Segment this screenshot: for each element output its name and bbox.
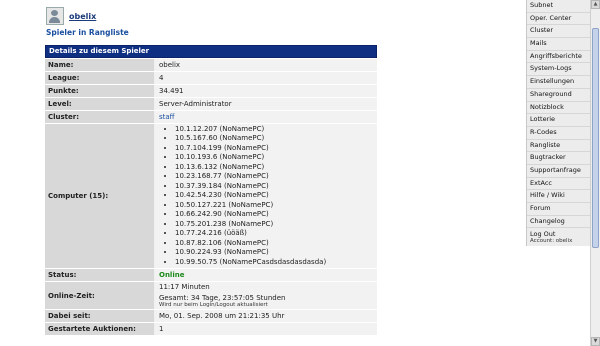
status-value: Online xyxy=(155,269,377,281)
row-status: Status: Online xyxy=(45,268,377,281)
nav-item-hilfe-wiki[interactable]: Hilfe / Wiki xyxy=(527,190,590,203)
league-value: 4 xyxy=(155,72,377,84)
auctions-value: 1 xyxy=(155,323,377,335)
row-points: Punkte: 34.491 xyxy=(45,84,377,97)
nav-item-system-logs[interactable]: System-Logs xyxy=(527,63,590,77)
row-since: Dabei seit: Mo, 01. Sep. 2008 um 21:21:3… xyxy=(45,309,377,322)
nav-item-mails[interactable]: Mails xyxy=(527,38,590,51)
computer-item: 10.7.104.199 (NoNamePC) xyxy=(175,144,377,154)
player-header: obelix xyxy=(46,7,96,25)
nav-item-forum[interactable]: Forum xyxy=(527,203,590,216)
computer-item: 10.13.6.132 (NoNamePC) xyxy=(175,163,377,173)
nav-item-shareground[interactable]: Shareground xyxy=(527,89,590,102)
username-link[interactable]: obelix xyxy=(69,12,96,21)
nav-item-notizblock[interactable]: Notizblock xyxy=(527,102,590,115)
page-scrollbar[interactable]: ▲ ▼ xyxy=(590,0,600,346)
points-value: 34.491 xyxy=(155,85,377,97)
online-time-label: Online-Zeit: xyxy=(45,282,154,309)
online-total-value: Gesamt: 34 Tage, 23:57:05 Stunden xyxy=(159,294,286,302)
status-label: Status: xyxy=(45,269,154,281)
details-title: Details zu diesem Spieler xyxy=(45,45,377,58)
since-value: Mo, 01. Sep. 2008 um 21:21:35 Uhr xyxy=(155,310,377,322)
logout-link[interactable]: Log Out xyxy=(530,230,555,238)
league-label: League: xyxy=(45,72,154,84)
computer-item: 10.99.50.75 (NoNamePCasdsdasdasdasda) xyxy=(175,258,377,268)
nav-item-changelog[interactable]: Changelog xyxy=(527,216,590,229)
nav-item-list: Subnet Oper. Center Cluster Mails Angriffsbe… xyxy=(527,0,590,229)
computer-item: 10.42.54.230 (NoNamePC) xyxy=(175,191,377,201)
right-navigation-menu: Subnet Oper. Center Cluster Mails Angriffsbe… xyxy=(526,0,591,247)
nav-item-einstellungen[interactable]: Einstellungen xyxy=(527,76,590,89)
cluster-label: Cluster: xyxy=(45,111,154,123)
nav-item-subnet[interactable]: Subnet xyxy=(527,0,590,13)
computer-item: 10.77.24.216 (üöäß) xyxy=(175,229,377,239)
cluster-link[interactable]: staff xyxy=(159,113,377,121)
computer-item: 10.66.242.90 (NoNamePC) xyxy=(175,210,377,220)
nav-item-extacc[interactable]: ExtAcc xyxy=(527,178,590,191)
computer-item: 10.37.39.184 (NoNamePC) xyxy=(175,182,377,192)
row-name: Name: obelix xyxy=(45,58,377,71)
since-label: Dabei seit: xyxy=(45,310,154,322)
nav-item-lotterie[interactable]: Lotterie xyxy=(527,114,590,127)
computer-list: 10.1.12.207 (NoNamePC)10.5.167.60 (NoNam… xyxy=(159,125,377,268)
scrollbar-thumb[interactable] xyxy=(592,28,599,248)
row-level: Level: Server-Administrator xyxy=(45,97,377,110)
computer-item: 10.75.201.238 (NoNamePC) xyxy=(175,220,377,230)
computer-item: 10.50.127.221 (NoNamePC) xyxy=(175,201,377,211)
online-note: Wird nur beim Login/Logout aktualisiert xyxy=(159,302,268,308)
nav-item-rangliste[interactable]: Rangliste xyxy=(527,140,590,153)
online-time-cell: 11:17 Minuten Gesamt: 34 Tage, 23:57:05 … xyxy=(155,282,377,309)
computer-item: 10.5.167.60 (NoNamePC) xyxy=(175,134,377,144)
row-auctions: Gestartete Auktionen: 1 xyxy=(45,322,377,335)
row-online-time: Online-Zeit: 11:17 Minuten Gesamt: 34 Ta… xyxy=(45,281,377,309)
nav-item-supportanfrage[interactable]: Supportanfrage xyxy=(527,165,590,178)
nav-item-r-codes[interactable]: R-Codes xyxy=(527,127,590,140)
cluster-value-cell: staff xyxy=(155,111,377,123)
row-cluster: Cluster: staff xyxy=(45,110,377,123)
nav-item-angriffsberichte[interactable]: Angriffsberichte xyxy=(527,51,590,64)
computer-item: 10.90.224.93 (NoNamePC) xyxy=(175,248,377,258)
auctions-label: Gestartete Auktionen: xyxy=(45,323,154,335)
level-value: Server-Administrator xyxy=(155,98,377,110)
online-time-value: 11:17 Minuten xyxy=(159,283,210,291)
ranking-link[interactable]: Spieler in Rangliste xyxy=(46,28,129,37)
logout-block: Log Out Account: obelix xyxy=(527,228,590,246)
name-label: Name: xyxy=(45,59,154,71)
computer-item: 10.1.12.207 (NoNamePC) xyxy=(175,125,377,135)
computers-label: Computer (15): xyxy=(45,124,154,268)
nav-item-cluster[interactable]: Cluster xyxy=(527,25,590,39)
nav-item-bugtracker[interactable]: Bugtracker xyxy=(527,152,590,165)
player-details-table: Details zu diesem Spieler Name: obelix L… xyxy=(45,45,377,335)
row-league: League: 4 xyxy=(45,71,377,84)
name-value: obelix xyxy=(155,59,377,71)
row-computers: Computer (15): 10.1.12.207 (NoNamePC)10.… xyxy=(45,123,377,268)
account-info: Account: obelix xyxy=(530,238,573,245)
user-avatar-icon xyxy=(46,7,64,25)
level-label: Level: xyxy=(45,98,154,110)
computers-value-cell: 10.1.12.207 (NoNamePC)10.5.167.60 (NoNam… xyxy=(155,124,377,268)
nav-item-oper-center[interactable]: Oper. Center xyxy=(527,13,590,26)
scroll-up-icon[interactable]: ▲ xyxy=(591,0,600,9)
computer-item: 10.10.193.6 (NoNamePC) xyxy=(175,153,377,163)
computer-item: 10.23.168.77 (NoNamePC) xyxy=(175,172,377,182)
computer-item: 10.87.82.106 (NoNamePC) xyxy=(175,239,377,249)
points-label: Punkte: xyxy=(45,85,154,97)
scroll-down-icon[interactable]: ▼ xyxy=(591,337,600,346)
